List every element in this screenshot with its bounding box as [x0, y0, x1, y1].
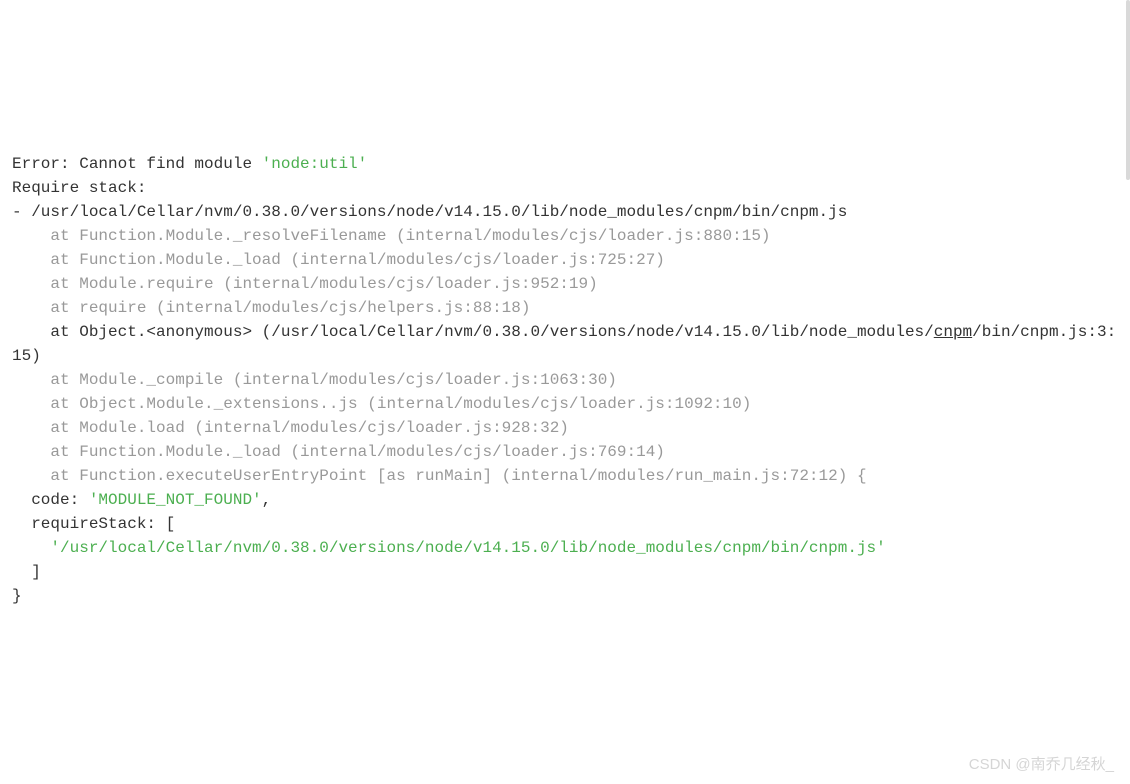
- scrollbar[interactable]: [1126, 0, 1130, 180]
- stack-line: at Function.Module._load (internal/modul…: [12, 443, 665, 461]
- stack-line: at require (internal/modules/cjs/helpers…: [12, 299, 530, 317]
- stack-line: at Object.Module._extensions..js (intern…: [12, 395, 751, 413]
- requirestack-path: '/usr/local/Cellar/nvm/0.38.0/versions/n…: [12, 539, 886, 557]
- watermark: CSDN @南乔几经秋_: [969, 754, 1114, 777]
- requirestack-close: ]: [12, 563, 41, 581]
- code-value: 'MODULE_NOT_FOUND': [89, 491, 262, 509]
- stack-line: at Function.executeUserEntryPoint [as ru…: [12, 467, 867, 485]
- error-header-line1: Error: Cannot find module 'node:util': [12, 155, 367, 173]
- stack-line-anonymous: at Object.<anonymous> (/usr/local/Cellar…: [12, 323, 1116, 365]
- stack-line: at Module.require (internal/modules/cjs/…: [12, 275, 598, 293]
- require-stack-path: - /usr/local/Cellar/nvm/0.38.0/versions/…: [12, 203, 847, 221]
- underlined-module: cnpm: [934, 323, 972, 341]
- stack-line: at Module._compile (internal/modules/cjs…: [12, 371, 617, 389]
- stack-line: at Module.load (internal/modules/cjs/loa…: [12, 419, 569, 437]
- error-header-line2: Require stack:: [12, 179, 146, 197]
- module-string: 'node:util': [262, 155, 368, 173]
- stack-line: at Function.Module._load (internal/modul…: [12, 251, 665, 269]
- object-close: }: [12, 587, 22, 605]
- code-property: code: 'MODULE_NOT_FOUND',: [12, 491, 271, 509]
- stack-line: at Function.Module._resolveFilename (int…: [12, 227, 771, 245]
- requirestack-open: requireStack: [: [12, 515, 175, 533]
- terminal-output: Error: Cannot find module 'node:util' Re…: [12, 152, 1118, 608]
